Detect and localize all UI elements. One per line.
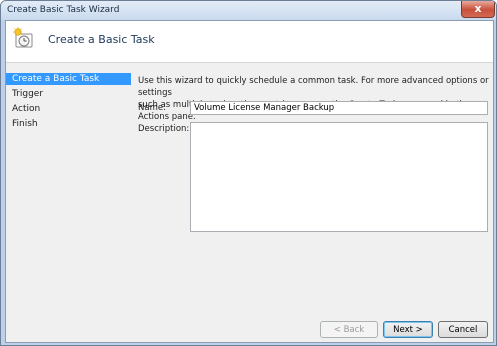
close-button[interactable]: x (461, 1, 495, 18)
name-field[interactable] (190, 101, 488, 115)
intro-text: Use this wizard to quickly schedule a co… (138, 75, 490, 123)
intro-line-1: Use this wizard to quickly schedule a co… (138, 76, 489, 98)
description-field[interactable] (190, 122, 488, 232)
cancel-button[interactable]: Cancel (438, 321, 488, 338)
wizard-window: Create Basic Task Wizard x Create a Basi… (0, 0, 497, 346)
back-button[interactable]: < Back (320, 321, 378, 338)
page-title: Create a Basic Task (48, 33, 155, 46)
step-finish[interactable]: Finish (6, 118, 131, 130)
task-clock-icon (13, 27, 33, 48)
wizard-body: Create a Basic Task Create a Basic Task … (5, 20, 494, 343)
name-label: Name: (138, 103, 166, 113)
step-trigger[interactable]: Trigger (6, 88, 131, 100)
next-button[interactable]: Next > (383, 321, 433, 338)
title-bar[interactable]: Create Basic Task Wizard x (1, 1, 496, 20)
step-action[interactable]: Action (6, 103, 131, 115)
wizard-header: Create a Basic Task (6, 21, 493, 63)
step-create-basic-task[interactable]: Create a Basic Task (6, 73, 131, 85)
description-label: Description: (138, 124, 190, 134)
window-title: Create Basic Task Wizard (7, 5, 120, 15)
close-icon: x (474, 2, 482, 15)
